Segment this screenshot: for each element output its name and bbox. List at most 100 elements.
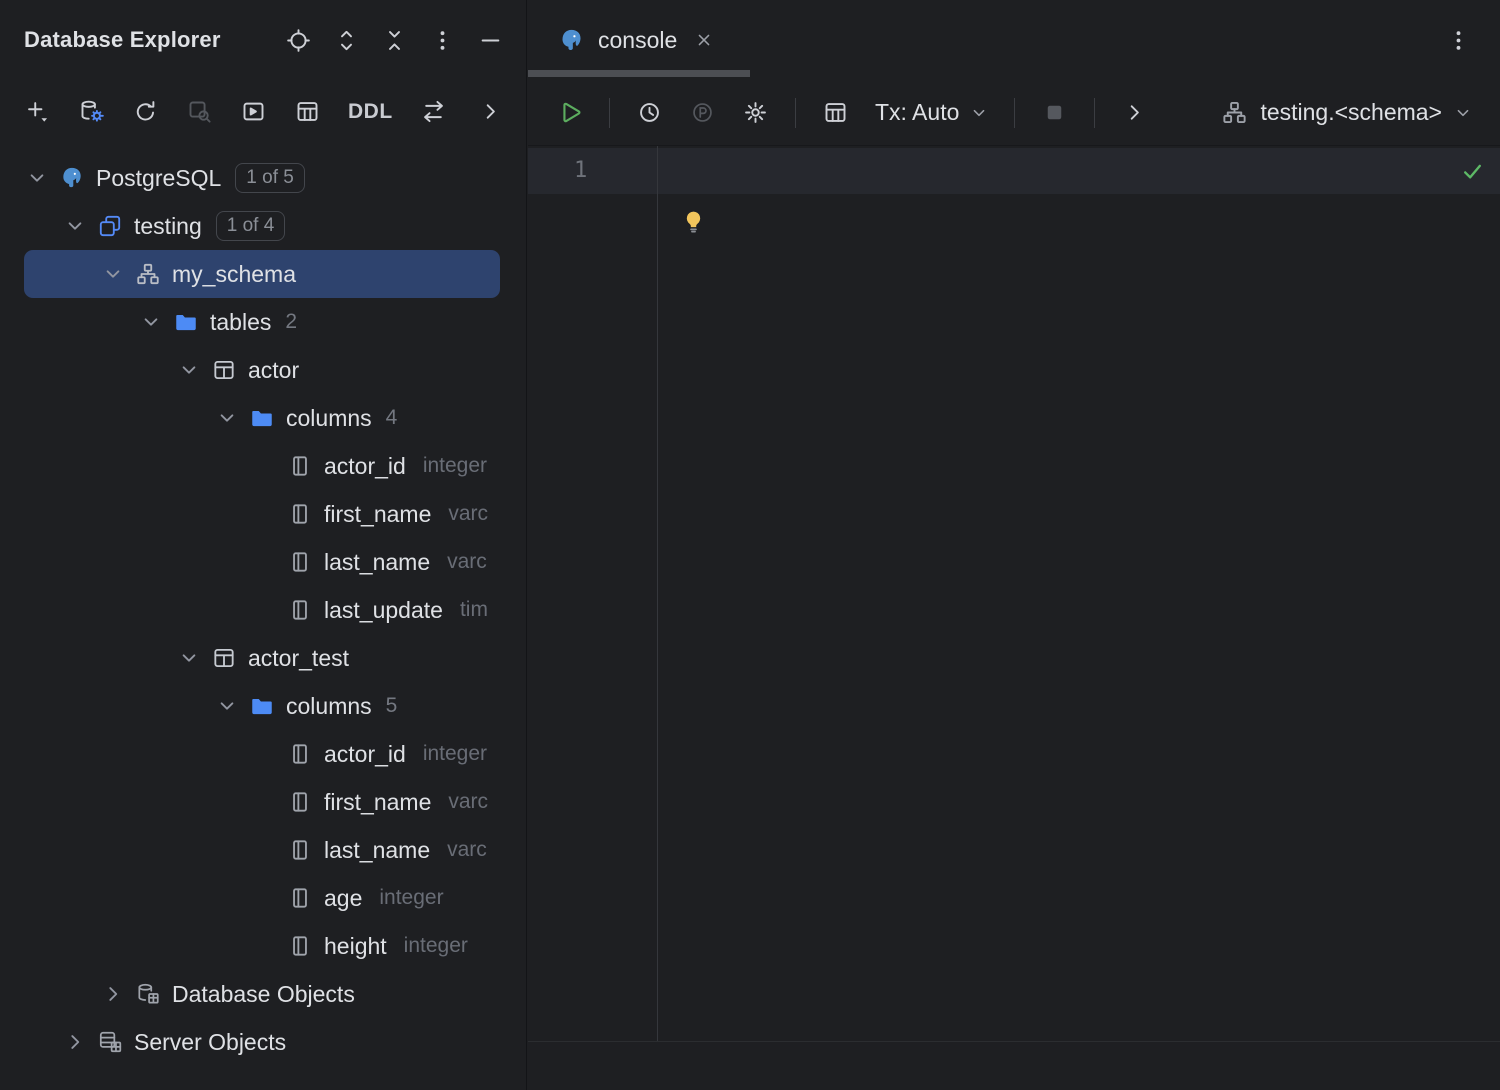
tab-label: console (598, 27, 677, 54)
tree-item-database-objects[interactable]: Database Objects (24, 970, 500, 1018)
datagrip-window: Database Explorer DDL PostgreSQL1 of 5te… (0, 0, 1500, 1090)
inspections-ok-icon[interactable] (1459, 158, 1486, 185)
more-actions-icon[interactable] (1121, 99, 1148, 126)
selection-badge: 1 of 4 (216, 211, 286, 241)
toolbar-separator (1094, 98, 1095, 128)
editor-panel: console Tx: Auto testing.<schema> 1 (528, 0, 1500, 1090)
add-data-source-icon[interactable] (24, 98, 51, 125)
open-table-icon[interactable] (294, 98, 321, 125)
gutter-divider (657, 146, 658, 1041)
chevron-down-icon[interactable] (214, 693, 240, 719)
toolbar-separator (795, 98, 796, 128)
history-icon[interactable] (636, 99, 663, 126)
chevron-spacer (252, 501, 278, 527)
tree-item-label: first_name (324, 789, 431, 816)
column-type: integer (404, 934, 468, 958)
selection-badge: 1 of 5 (235, 163, 305, 193)
settings-icon[interactable] (742, 99, 769, 126)
close-tab-icon[interactable] (694, 30, 714, 50)
column-icon (287, 885, 313, 911)
tree-item-age[interactable]: ageinteger (24, 874, 500, 922)
column-type: integer (423, 742, 487, 766)
postgres-icon (59, 165, 85, 191)
sql-editor[interactable]: 1 (528, 146, 1500, 1042)
tree-item-label: testing (134, 213, 202, 240)
tree-item-height[interactable]: height integer (24, 922, 500, 970)
tx-mode-dropdown[interactable]: Tx: Auto (875, 99, 990, 126)
tab-console[interactable]: console (528, 0, 732, 80)
table-icon (211, 645, 237, 671)
tree-item-label: last_update (324, 597, 443, 624)
data-source-properties-icon[interactable] (78, 98, 105, 125)
chevron-down-icon[interactable] (24, 165, 50, 191)
tree-item-columns[interactable]: columns 5 (24, 682, 500, 730)
database-tree: PostgreSQL 1 of 5 testing 1 of 4 my_schemata… (0, 142, 526, 1066)
tree-item-actor-id[interactable]: actor_idinteger (24, 730, 500, 778)
find-object-icon[interactable] (186, 98, 213, 125)
refresh-icon[interactable] (132, 98, 159, 125)
schema-icon (135, 261, 161, 287)
hide-panel-icon[interactable] (477, 27, 504, 54)
more-options-icon[interactable] (429, 27, 456, 54)
collapse-all-icon[interactable] (381, 27, 408, 54)
tree-item-label: my_schema (172, 261, 296, 288)
tree-item-first-name[interactable]: first_namevarc (24, 778, 500, 826)
column-icon (287, 597, 313, 623)
tree-item-label: columns (286, 693, 372, 720)
table-icon (211, 357, 237, 383)
locate-icon[interactable] (285, 27, 312, 54)
chevron-down-icon[interactable] (138, 309, 164, 335)
tree-item-actor[interactable]: actor (24, 346, 500, 394)
tree-item-last-name[interactable]: last_name varc (24, 826, 500, 874)
column-icon (287, 789, 313, 815)
tree-item-label: PostgreSQL (96, 165, 221, 192)
chevron-right-icon[interactable] (100, 981, 126, 1007)
tree-item-label: actor (248, 357, 299, 384)
tree-item-label: tables (210, 309, 271, 336)
tree-item-label: age (324, 885, 362, 912)
postgresql-icon (558, 27, 585, 54)
editor-more-options-icon[interactable] (1445, 27, 1472, 54)
chevron-down-icon[interactable] (62, 213, 88, 239)
run-button[interactable] (556, 99, 583, 126)
column-icon (287, 453, 313, 479)
chevron-down-icon[interactable] (176, 645, 202, 671)
tree-item-actor-test[interactable]: actor_test (24, 634, 500, 682)
in-editor-results-icon[interactable] (822, 99, 849, 126)
ddl-button[interactable]: DDL (348, 98, 393, 125)
tree-item-columns[interactable]: columns4 (24, 394, 500, 442)
tx-mode-label: Tx: Auto (875, 99, 959, 126)
parameters-icon[interactable] (689, 99, 716, 126)
toolbar-separator (609, 98, 610, 128)
schema-switcher[interactable]: testing.<schema> (1221, 99, 1474, 126)
tree-item-actor-id[interactable]: actor_idinteger (24, 442, 500, 490)
toolbar-separator (1014, 98, 1015, 128)
expand-all-icon[interactable] (333, 27, 360, 54)
chevron-down-icon[interactable] (214, 405, 240, 431)
tree-item-label: height (324, 933, 387, 960)
tree-item-my-schema[interactable]: my_schema (24, 250, 500, 298)
tree-item-label: first_name (324, 501, 431, 528)
tree-item-last-name[interactable]: last_namevarc (24, 538, 500, 586)
tree-item-last-update[interactable]: last_updatetim (24, 586, 500, 634)
chevron-spacer (252, 597, 278, 623)
line-number: 1 (574, 148, 587, 194)
tree-item-tables[interactable]: tables2 (24, 298, 500, 346)
tree-item-server-objects[interactable]: Server Objects (24, 1018, 500, 1066)
chevron-down-icon[interactable] (176, 357, 202, 383)
tree-item-postgresql[interactable]: PostgreSQL 1 of 5 (24, 154, 500, 202)
item-count: 5 (386, 694, 398, 718)
tree-item-first-name[interactable]: first_namevarc (24, 490, 500, 538)
chevron-down-icon[interactable] (100, 261, 126, 287)
explorer-toolbar: DDL (0, 80, 526, 142)
jump-to-console-icon[interactable] (240, 98, 267, 125)
chevron-right-icon[interactable] (62, 1029, 88, 1055)
toolbar-more-icon[interactable] (477, 98, 504, 125)
tab-strip-scrollbar[interactable] (528, 70, 750, 77)
tree-item-label: last_name (324, 837, 430, 864)
intention-bulb-icon[interactable] (680, 208, 707, 235)
column-type: varc (447, 838, 487, 862)
import-export-icon[interactable] (420, 98, 447, 125)
tree-item-testing[interactable]: testing 1 of 4 (24, 202, 500, 250)
stop-button[interactable] (1041, 99, 1068, 126)
